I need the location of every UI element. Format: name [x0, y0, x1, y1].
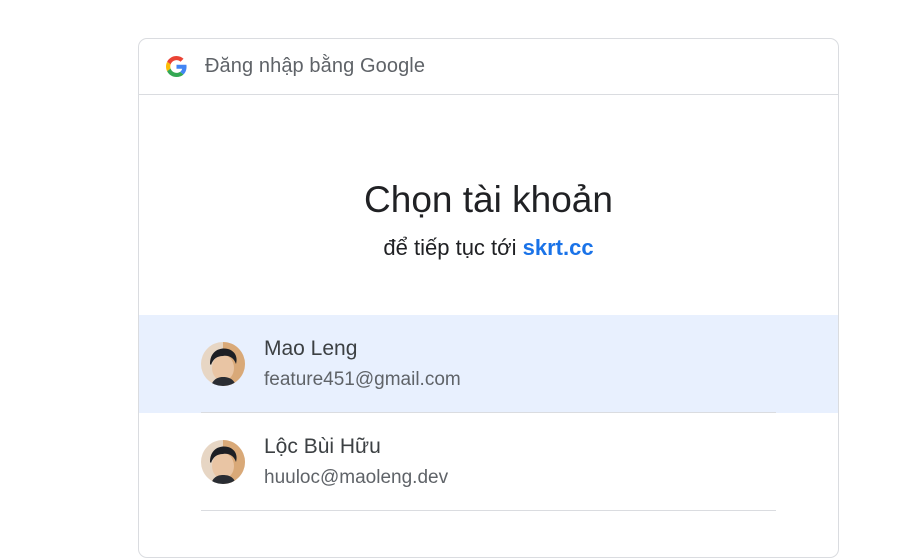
account-name: Lộc Bùi Hữu [264, 435, 381, 458]
account-email: huuloc@maoleng.dev [264, 467, 449, 488]
site-link[interactable]: skrt.cc [523, 235, 594, 260]
account-item-loc-bui-huu[interactable]: Lộc Bùi Hữu huuloc@maoleng.dev [139, 413, 838, 511]
account-text: Mao Leng feature451@gmail.com [264, 335, 461, 393]
page-title: Chọn tài khoản [364, 179, 613, 220]
header-title: Đăng nhập bằng Google [205, 55, 426, 77]
account-text: Lộc Bùi Hữu huuloc@maoleng.dev [264, 433, 448, 491]
account-name: Mao Leng [264, 337, 358, 360]
avatar [201, 342, 245, 386]
account-item-mao-leng[interactable]: Mao Leng feature451@gmail.com [139, 315, 838, 413]
card-header: Đăng nhập bằng Google [139, 39, 838, 95]
avatar [201, 440, 245, 484]
heading-block: Chọn tài khoản để tiếp tục tới skrt.cc [139, 95, 838, 261]
subtitle: để tiếp tục tới skrt.cc [139, 235, 838, 261]
subtitle-prefix: để tiếp tục tới [383, 235, 517, 260]
google-g-icon [165, 56, 187, 78]
divider [201, 510, 776, 511]
account-list: Mao Leng feature451@gmail.com Lộc Bùi Hữ… [139, 315, 838, 511]
account-email: feature451@gmail.com [264, 369, 461, 390]
sign-in-card: Đăng nhập bằng Google Chọn tài khoản để … [138, 38, 839, 558]
